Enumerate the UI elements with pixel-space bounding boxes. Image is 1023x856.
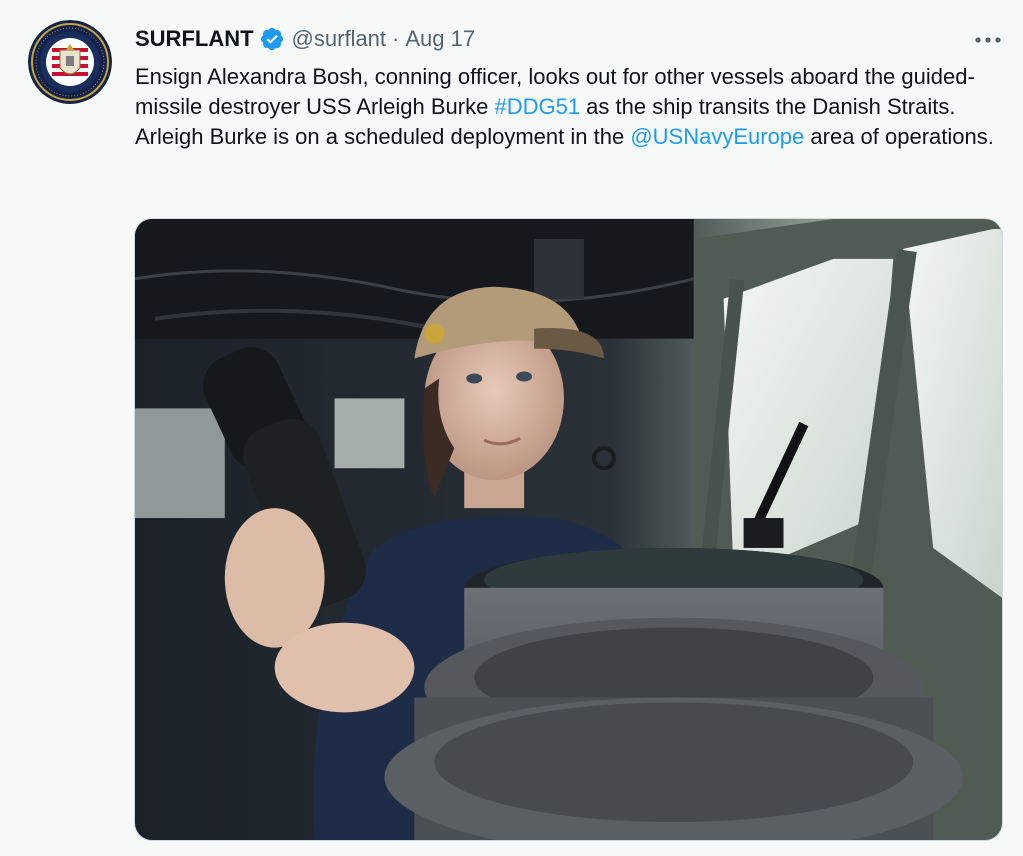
mention-link[interactable]: @USNavyEurope — [630, 124, 804, 149]
tweet-text-part: area of operations. — [804, 124, 994, 149]
tweet-header: SURFLANT @surflant · Aug 17 — [135, 22, 475, 56]
header-separator: · — [392, 26, 400, 51]
tweet[interactable]: SURFLANT @surflant · Aug 17 Ensign Alexa… — [0, 0, 1023, 856]
hashtag-link[interactable]: #DDG51 — [494, 94, 580, 119]
tweet-photo[interactable] — [134, 218, 1003, 841]
author-name[interactable]: SURFLANT — [135, 26, 254, 52]
author-handle[interactable]: @surflant — [292, 26, 386, 52]
tweet-text: Ensign Alexandra Bosh, conning officer, … — [135, 62, 995, 152]
verified-badge-icon — [259, 26, 285, 52]
surflant-seal-icon — [28, 20, 112, 104]
avatar[interactable] — [28, 20, 112, 104]
photo-illustration — [135, 219, 1002, 840]
more-options-icon[interactable] — [970, 30, 1006, 50]
tweet-date[interactable]: Aug 17 — [405, 26, 475, 52]
